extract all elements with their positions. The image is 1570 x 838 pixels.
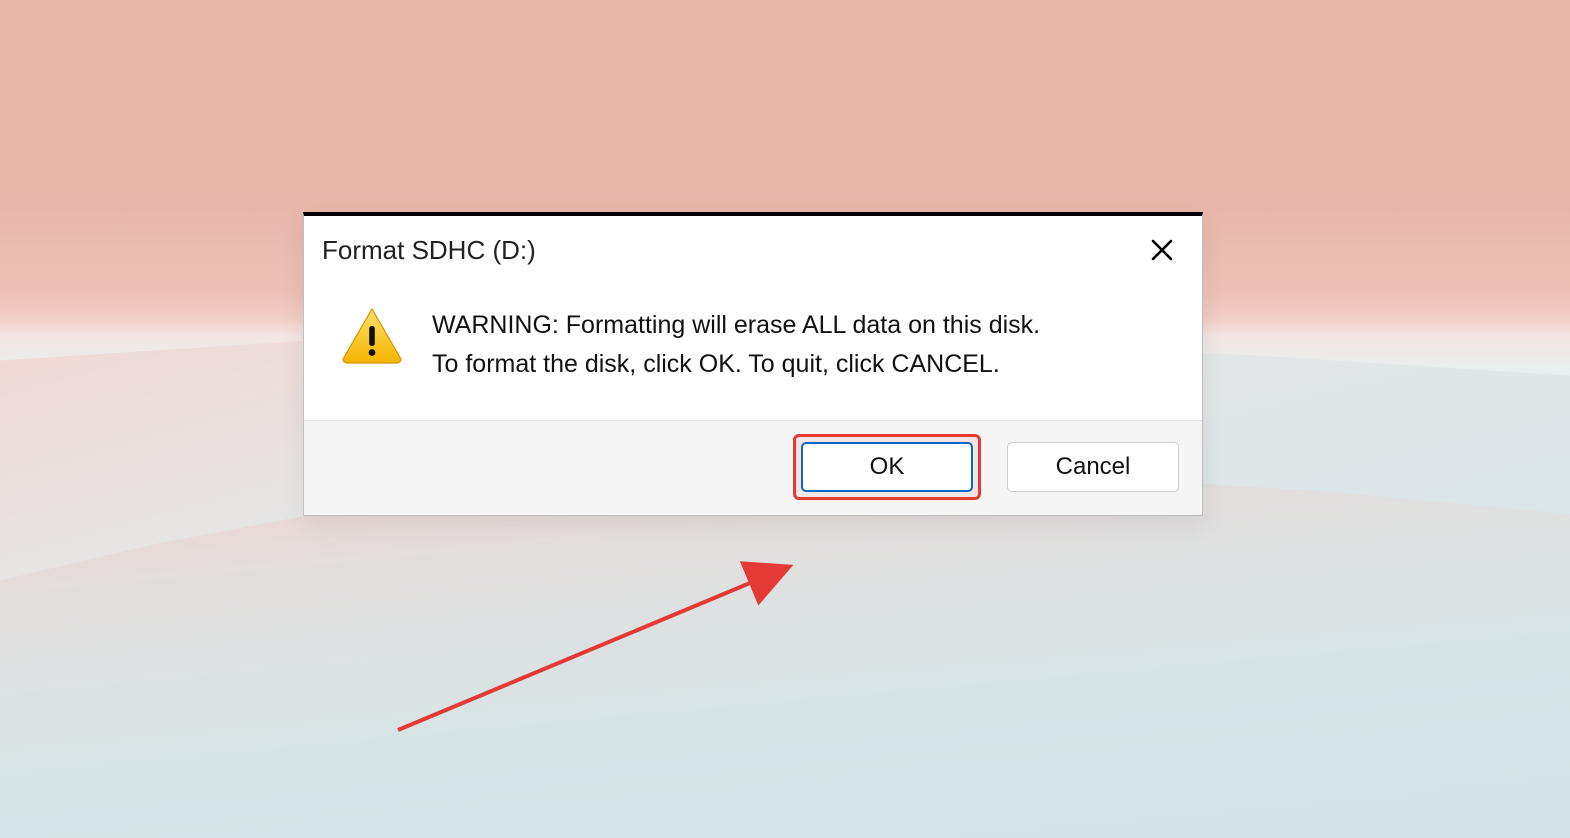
close-button[interactable]: [1140, 228, 1184, 272]
dialog-message-line: To format the disk, click OK. To quit, c…: [432, 345, 1040, 384]
dialog-content: WARNING: Formatting will erase ALL data …: [304, 300, 1202, 420]
button-wrap: Cancel: [1002, 437, 1184, 497]
annotation-highlight: OK: [796, 437, 978, 497]
desktop-background: Format SDHC (D:) WARNING: Formatting wil…: [0, 0, 1570, 838]
dialog-titlebar[interactable]: Format SDHC (D:): [304, 216, 1202, 300]
close-icon: [1151, 239, 1173, 261]
ok-button[interactable]: OK: [801, 442, 973, 492]
dialog-title: Format SDHC (D:): [322, 235, 536, 266]
format-warning-dialog: Format SDHC (D:) WARNING: Formatting wil…: [303, 212, 1203, 516]
dialog-message: WARNING: Formatting will erase ALL data …: [432, 306, 1040, 384]
warning-icon: [340, 306, 404, 364]
dialog-message-line: WARNING: Formatting will erase ALL data …: [432, 306, 1040, 345]
dialog-button-bar: OK Cancel: [304, 420, 1202, 515]
cancel-button[interactable]: Cancel: [1007, 442, 1179, 492]
